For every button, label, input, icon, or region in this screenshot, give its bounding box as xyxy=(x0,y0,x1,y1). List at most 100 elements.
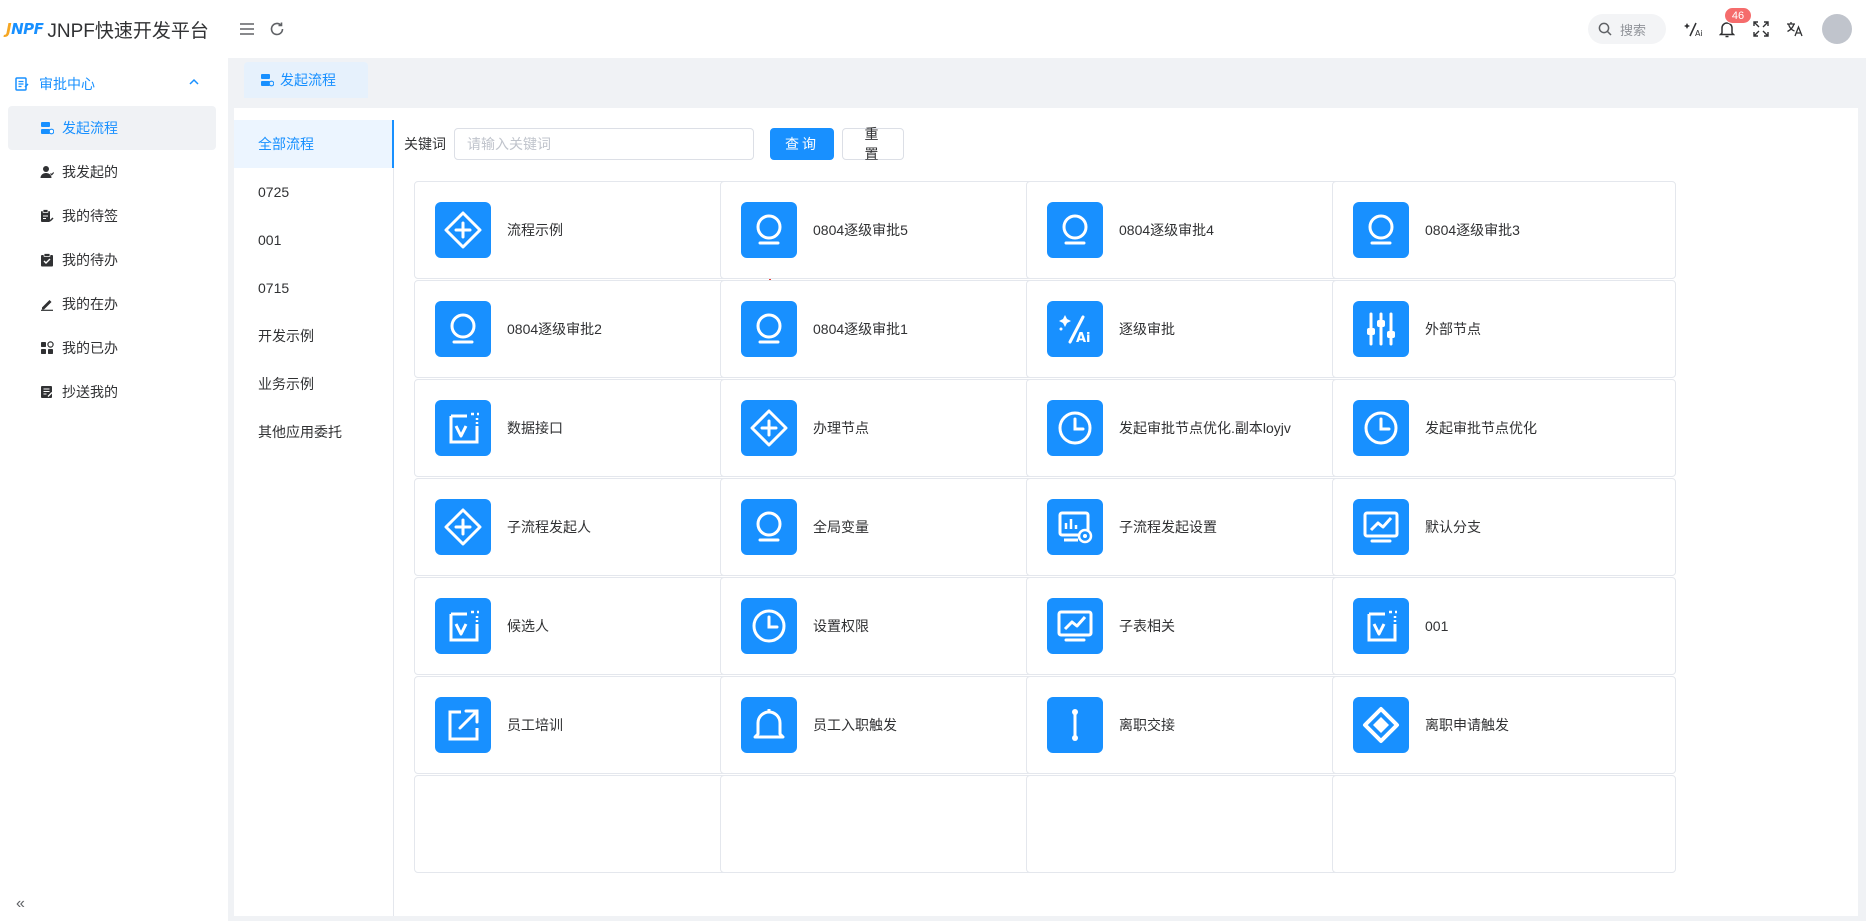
clock-icon xyxy=(1047,400,1103,456)
sidebar-item-label: 我发起的 xyxy=(62,164,118,180)
diamond-plus-icon xyxy=(435,202,491,258)
svg-text:Ai: Ai xyxy=(1076,331,1091,346)
sidebar-item-label: 抄送我的 xyxy=(62,384,118,400)
flow-card[interactable]: 子流程发起人 xyxy=(414,478,758,576)
flow-card[interactable]: 0804逐级审批5 xyxy=(720,181,1064,279)
flow-card[interactable]: 候选人 xyxy=(414,577,758,675)
flow-card[interactable]: 0804逐级审批2 xyxy=(414,280,758,378)
category-item[interactable]: 业务示例 xyxy=(234,360,393,408)
flow-card[interactable]: 发起审批节点优化.副本loyjv xyxy=(1026,379,1370,477)
query-button[interactable]: 查询 xyxy=(770,128,834,160)
sidebar-item-in-progress[interactable]: 我的在办 xyxy=(0,282,228,326)
flow-card[interactable]: 办理节点 xyxy=(720,379,1064,477)
checkbox-frame-icon xyxy=(435,598,491,654)
flow-card[interactable]: 员工培训 xyxy=(414,676,758,774)
flow-card-name: 默认分支 xyxy=(1425,519,1481,535)
left-sidebar: 审批中心 发起流程 我发起的 我的待签 我的待办 我的在办 我的已办 抄送我的 … xyxy=(0,58,228,921)
flow-card-name: 0804逐级审批5 xyxy=(813,222,908,238)
ai-sparkle-icon: Ai xyxy=(1047,301,1103,357)
done-blocks-icon xyxy=(41,341,54,354)
flow-card[interactable]: 离职申请触发 xyxy=(1332,676,1676,774)
flow-card[interactable]: 子流程发起设置 xyxy=(1026,478,1370,576)
ai-assistant-icon[interactable]: Ai xyxy=(1676,12,1710,46)
person-bust-icon xyxy=(741,202,797,258)
flow-card[interactable]: 0804逐级审批1 xyxy=(720,280,1064,378)
flow-card[interactable] xyxy=(1026,775,1370,873)
menu-toggle-icon[interactable] xyxy=(234,16,260,42)
clock-icon xyxy=(1353,400,1409,456)
fullscreen-icon[interactable] xyxy=(1744,12,1778,46)
flow-card-name: 发起审批节点优化.副本loyjv xyxy=(1119,420,1291,436)
category-item[interactable]: 全部流程 xyxy=(234,120,394,168)
sidebar-item-label: 我的待签 xyxy=(62,208,118,224)
flow-card-name: 0804逐级审批3 xyxy=(1425,222,1520,238)
flow-card[interactable] xyxy=(720,775,1064,873)
flow-card[interactable]: 全局变量 xyxy=(720,478,1064,576)
person-bust-icon xyxy=(435,301,491,357)
person-bust-icon xyxy=(741,301,797,357)
notification-bell-icon[interactable]: 46 xyxy=(1710,7,1752,46)
category-item[interactable]: 0725 xyxy=(234,168,393,216)
sidebar-item-pending-sign[interactable]: 我的待签 xyxy=(0,194,228,238)
user-avatar[interactable] xyxy=(1822,14,1852,44)
search-icon xyxy=(1598,22,1612,36)
keyword-input[interactable] xyxy=(454,128,754,160)
tab-launch-process[interactable]: 发起流程 xyxy=(244,62,368,98)
diamond-outline-icon xyxy=(1353,697,1409,753)
app-logo[interactable]: JNPF JNPF快速开发平台 xyxy=(6,16,234,43)
tab-label: 发起流程 xyxy=(280,72,336,88)
category-item[interactable]: 其他应用委托 xyxy=(234,408,393,456)
line-chart-monitor-icon xyxy=(1047,598,1103,654)
flow-card-name: 子流程发起人 xyxy=(507,519,591,535)
global-search-button[interactable]: 搜索 xyxy=(1588,14,1666,44)
sidebar-item-my-launched[interactable]: 我发起的 xyxy=(0,150,228,194)
vertical-connector-icon xyxy=(1047,697,1103,753)
flow-card-name: 流程示例 xyxy=(507,222,563,238)
search-label: 搜索 xyxy=(1620,22,1647,38)
flow-card[interactable]: 设置权限 xyxy=(720,577,1064,675)
flow-card[interactable]: 发起审批节点优化 xyxy=(1332,379,1676,477)
flow-card[interactable]: 子表相关 xyxy=(1026,577,1370,675)
chevron-up-icon xyxy=(189,78,199,85)
flow-card-name: 0804逐级审批2 xyxy=(507,321,602,337)
flow-card-grid: 流程示例 0804逐级审批5 0804逐级审批4 0804逐级审批3 0804逐级审批2… xyxy=(414,181,1850,916)
sidebar-item-launch-process[interactable]: 发起流程 xyxy=(8,106,216,150)
category-item[interactable]: 0715 xyxy=(234,264,393,312)
flow-card[interactable]: 001 xyxy=(1332,577,1676,675)
chart-settings-icon xyxy=(1047,499,1103,555)
flow-card-name: 数据接口 xyxy=(507,420,563,436)
line-chart-monitor-icon xyxy=(1353,499,1409,555)
flow-card[interactable] xyxy=(1332,775,1676,873)
flow-card[interactable]: 员工入职触发 xyxy=(720,676,1064,774)
flow-card[interactable]: 0804逐级审批3 xyxy=(1332,181,1676,279)
flow-card[interactable]: 0804逐级审批4 xyxy=(1026,181,1370,279)
menu-group-approval-center[interactable]: 审批中心 xyxy=(0,62,228,106)
approval-center-icon xyxy=(15,77,29,91)
flow-card[interactable]: 外部节点 xyxy=(1332,280,1676,378)
flow-card[interactable]: 离职交接 xyxy=(1026,676,1370,774)
flow-card-name: 员工入职触发 xyxy=(813,717,897,733)
flow-card[interactable]: 流程示例 xyxy=(414,181,771,290)
sidebar-item-done[interactable]: 我的已办 xyxy=(0,326,228,370)
sidebar-item-label: 发起流程 xyxy=(62,120,118,136)
reset-button[interactable]: 重置 xyxy=(842,126,904,162)
checkbox-frame-icon xyxy=(1353,598,1409,654)
category-item[interactable]: 开发示例 xyxy=(234,312,393,360)
language-translate-icon[interactable] xyxy=(1778,12,1812,46)
bell-icon xyxy=(741,697,797,753)
flow-card[interactable]: 默认分支 xyxy=(1332,478,1676,576)
collapse-sidebar-icon[interactable]: « xyxy=(16,895,25,913)
flow-card[interactable]: 数据接口 xyxy=(414,379,758,477)
sidebar-item-cc-me[interactable]: 抄送我的 xyxy=(0,370,228,414)
flow-card-name: 子流程发起设置 xyxy=(1119,519,1217,535)
flow-card[interactable] xyxy=(414,775,758,873)
launch-process-icon xyxy=(41,122,54,135)
flow-card[interactable]: Ai 逐级审批 xyxy=(1026,280,1370,378)
flow-card-name: 全局变量 xyxy=(813,519,869,535)
flow-card-name: 办理节点 xyxy=(813,420,869,436)
sidebar-item-label: 我的待办 xyxy=(62,252,118,268)
sidebar-item-my-todo[interactable]: 我的待办 xyxy=(0,238,228,282)
flow-card-name: 外部节点 xyxy=(1425,321,1481,337)
refresh-icon[interactable] xyxy=(264,16,290,42)
category-item[interactable]: 001 xyxy=(234,216,393,264)
